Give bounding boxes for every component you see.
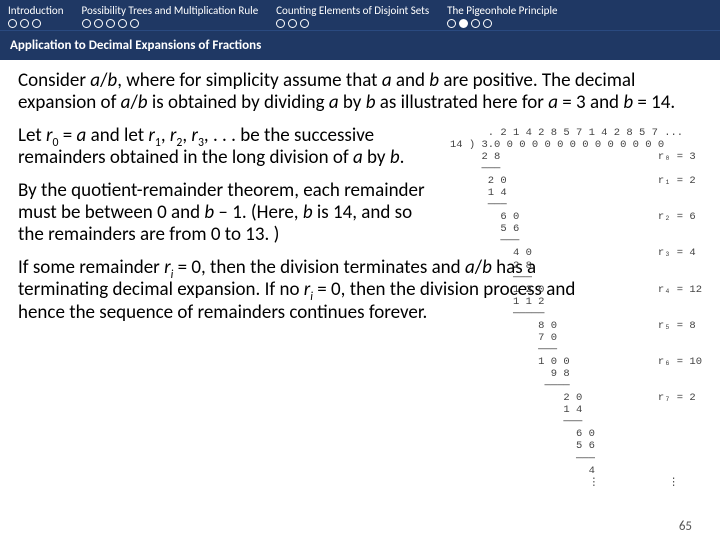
progress-dot-icon[interactable] [20,19,29,28]
text: Consider [18,69,90,92]
nav-title: Counting Elements of Disjoint Sets [276,4,429,17]
text: = 14. [633,91,675,114]
progress-dot-icon[interactable] [483,19,492,28]
progress-dot-icon[interactable] [94,19,103,28]
var-b: b [107,69,117,92]
figure-column: . 2 1 4 2 8 5 7 1 4 2 8 5 7 ... 14 ) 3.0… [450,125,702,489]
nav-dots [447,19,492,28]
progress-dot-icon[interactable] [82,19,91,28]
nav-section-disjoint-sets[interactable]: Counting Elements of Disjoint Sets [276,4,429,28]
text: and [392,69,430,92]
slide: Introduction Possibility Trees and Multi… [0,0,720,540]
text: , [161,124,170,147]
paragraph-2: Let r0 = a and let r1, r2, r3, . . . be … [18,125,440,170]
text: and let [86,124,148,147]
nav-dots [82,19,139,28]
slide-body: Consider a/b, where for simplicity assum… [0,60,720,489]
nav-section-possibility-trees[interactable]: Possibility Trees and Multiplication Rul… [82,4,259,28]
text: by [363,146,390,169]
paragraph-3: By the quotient-remainder theorem, each … [18,180,440,247]
text-column: Let r0 = a and let r1, r2, r3, . . . be … [18,125,440,489]
slide-subtitle: Application to Decimal Expansions of Fra… [10,38,261,53]
var-a: a [90,69,100,92]
nav-section-pigeonhole[interactable]: The Pigeonhole Principle [447,4,557,28]
text: by [339,91,366,114]
var-a: a [382,69,392,92]
text: . [400,146,405,169]
progress-dot-icon[interactable] [447,19,456,28]
nav-title: The Pigeonhole Principle [447,4,557,17]
progress-dot-icon[interactable] [471,19,480,28]
nav-title: Introduction [8,4,64,17]
text: = 3 and [558,91,623,114]
var-a: a [353,146,363,169]
var-b: b [623,91,633,114]
long-division-figure: . 2 1 4 2 8 5 7 1 4 2 8 5 7 ... 14 ) 3.0… [450,125,702,489]
text: / [130,91,137,114]
text: If some remainder [18,256,164,279]
nav-bar: Introduction Possibility Trees and Multi… [0,0,720,30]
progress-dot-icon[interactable] [276,19,285,28]
nav-dots [276,19,309,28]
var-b: b [204,201,214,224]
content-row: Let r0 = a and let r1, r2, r3, . . . be … [18,125,702,489]
sub-bar: Application to Decimal Expansions of Fra… [0,30,720,60]
nav-dots [8,19,41,28]
var-b: b [303,201,313,224]
progress-dot-icon[interactable] [300,19,309,28]
var-a: a [121,91,131,114]
progress-dot-icon[interactable] [8,19,17,28]
progress-dot-current-icon[interactable] [459,19,468,28]
var-a: a [548,91,558,114]
progress-dot-icon[interactable] [130,19,139,28]
text: = [58,124,76,147]
progress-dot-icon[interactable] [32,19,41,28]
var-b: b [429,69,439,92]
text: = 0, then the division terminates and [173,256,465,279]
nav-section-introduction[interactable]: Introduction [8,4,64,28]
progress-dot-icon[interactable] [118,19,127,28]
text: Let [18,124,46,147]
text: – 1. (Here, [214,201,303,224]
var-a: a [329,91,339,114]
nav-title: Possibility Trees and Multiplication Rul… [82,4,259,17]
var-b: b [138,91,148,114]
progress-dot-icon[interactable] [106,19,115,28]
text: as illustrated here for [375,91,548,114]
page-number: 65 [679,519,692,534]
text: is obtained by dividing [148,91,329,114]
progress-dot-icon[interactable] [288,19,297,28]
var-a: a [77,124,87,147]
var-b: b [390,146,400,169]
text: , where for simplicity assume that [117,69,382,92]
paragraph-1: Consider a/b, where for simplicity assum… [18,70,702,115]
